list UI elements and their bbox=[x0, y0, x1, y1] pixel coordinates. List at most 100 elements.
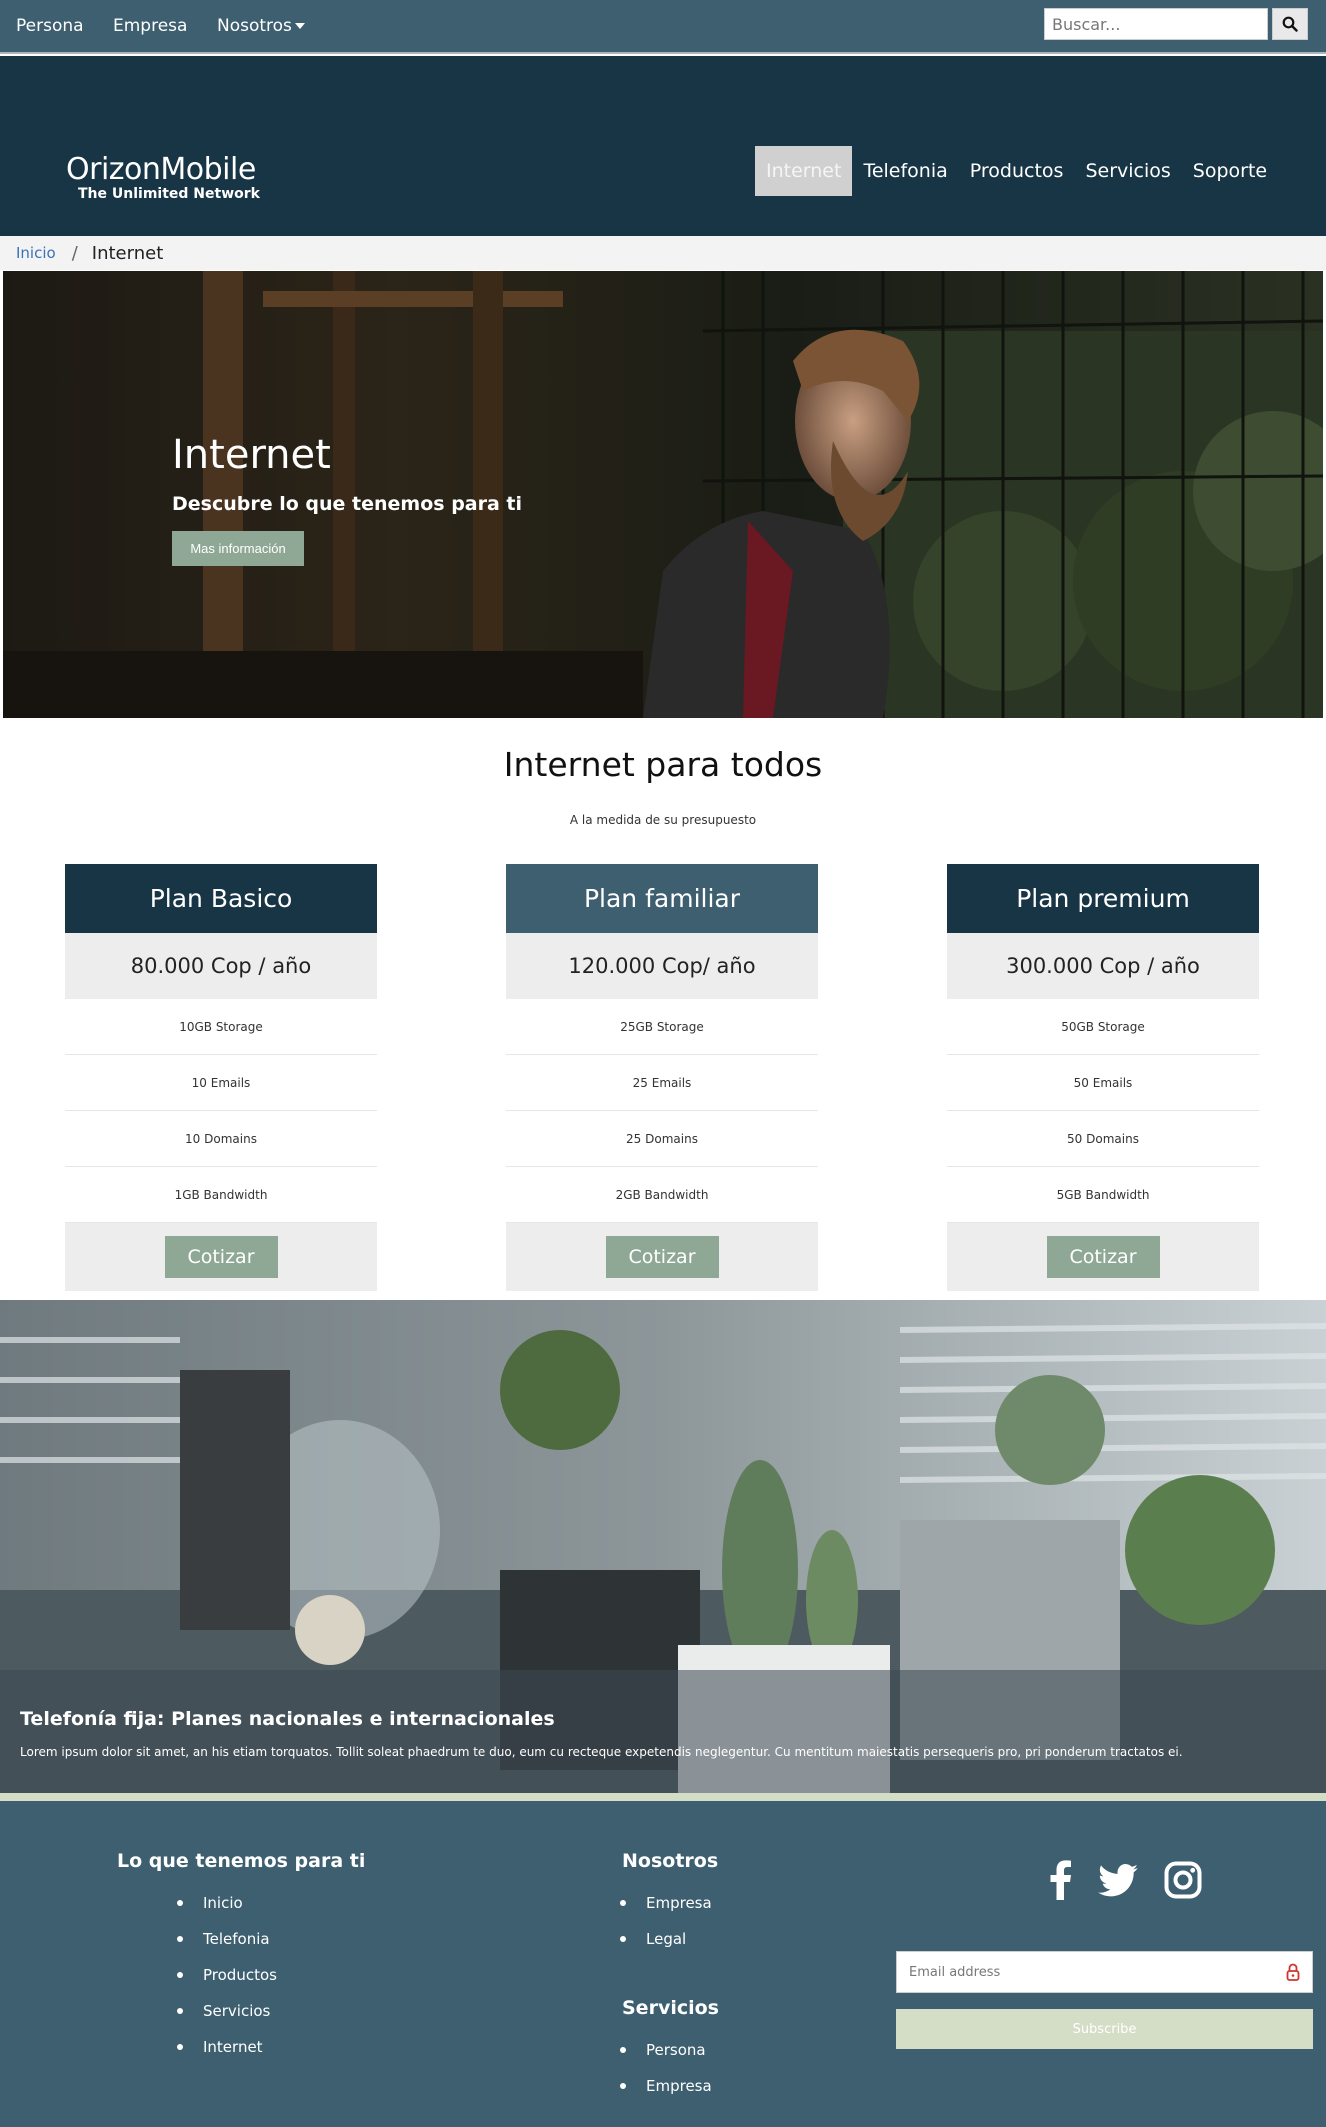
breadcrumb-separator: / bbox=[71, 242, 78, 264]
plan-name: Plan premium bbox=[947, 864, 1259, 933]
nav-servicios[interactable]: Servicios bbox=[1074, 146, 1181, 196]
hero-subtitle: Descubre lo que tenemos para ti bbox=[172, 493, 523, 515]
footer-link-servicios[interactable]: Servicios bbox=[177, 1993, 277, 2029]
main-nav: Internet Telefonia Productos Servicios S… bbox=[755, 146, 1278, 196]
plan-footer: Cotizar bbox=[65, 1223, 377, 1291]
site-footer: Lo que tenemos para ti Inicio Telefonia … bbox=[0, 1801, 1326, 2127]
banner-text: Lorem ipsum dolor sit amet, an his etiam… bbox=[20, 1745, 1183, 1759]
footer-link-internet[interactable]: Internet bbox=[177, 2029, 277, 2065]
email-field[interactable] bbox=[896, 1951, 1313, 1993]
plan-feature: 1GB Bandwidth bbox=[65, 1167, 377, 1223]
footer-link-label: Telefonia bbox=[203, 1930, 270, 1948]
bullet bbox=[620, 2047, 626, 2053]
footer-link-label: Empresa bbox=[646, 2077, 712, 2095]
footer-list-nosotros: Empresa Legal bbox=[620, 1885, 712, 1957]
footer-link-persona[interactable]: Persona bbox=[620, 2032, 712, 2068]
footer-heading-servicios: Servicios bbox=[622, 1997, 719, 2019]
bullet bbox=[177, 1900, 183, 1906]
quote-button-familiar[interactable]: Cotizar bbox=[605, 1236, 719, 1278]
plan-feature: 50 Emails bbox=[947, 1055, 1259, 1111]
nav-soporte[interactable]: Soporte bbox=[1182, 146, 1278, 196]
hero-banner: Internet Descubre lo que tenemos para ti… bbox=[3, 271, 1323, 718]
bullet bbox=[177, 2044, 183, 2050]
search-button[interactable] bbox=[1272, 8, 1308, 40]
plan-feature: 10 Domains bbox=[65, 1111, 377, 1167]
hero-title: Internet bbox=[172, 432, 331, 478]
bullet bbox=[177, 1972, 183, 1978]
plans-subtitle: A la medida de su presupuesto bbox=[569, 813, 757, 827]
plan-card-familiar: Plan familiar 120.000 Cop/ año 25GB Stor… bbox=[506, 864, 818, 1291]
bullet bbox=[177, 2008, 183, 2014]
plan-feature: 25 Emails bbox=[506, 1055, 818, 1111]
banner-caption: Telefonía fija: Planes nacionales e inte… bbox=[0, 1670, 1326, 1793]
plan-price: 120.000 Cop/ año bbox=[506, 933, 818, 999]
plan-name: Plan Basico bbox=[65, 864, 377, 933]
accent-divider bbox=[0, 1793, 1326, 1801]
footer-link-productos[interactable]: Productos bbox=[177, 1957, 277, 1993]
banner-title: Telefonía fija: Planes nacionales e inte… bbox=[20, 1708, 555, 1730]
search-input[interactable] bbox=[1044, 8, 1268, 40]
breadcrumb: Inicio / Internet bbox=[0, 236, 1326, 270]
footer-link-inicio[interactable]: Inicio bbox=[177, 1885, 277, 1921]
footer-link-legal[interactable]: Legal bbox=[620, 1921, 712, 1957]
nav-productos[interactable]: Productos bbox=[959, 146, 1075, 196]
site-header: OrizonMobile The Unlimited Network Inter… bbox=[0, 56, 1326, 236]
footer-heading-nosotros: Nosotros bbox=[622, 1850, 719, 1872]
topbar-link-empresa[interactable]: Empresa bbox=[113, 16, 187, 36]
nav-telefonia[interactable]: Telefonia bbox=[852, 146, 958, 196]
footer-list-servicios: Persona Empresa bbox=[620, 2032, 712, 2104]
plan-name: Plan familiar bbox=[506, 864, 818, 933]
quote-button-basico[interactable]: Cotizar bbox=[164, 1236, 278, 1278]
topbar-link-persona[interactable]: Persona bbox=[16, 16, 84, 36]
plan-card-premium: Plan premium 300.000 Cop / año 50GB Stor… bbox=[947, 864, 1259, 1291]
footer-link-label: Servicios bbox=[203, 2002, 271, 2020]
footer-link-label: Empresa bbox=[646, 1894, 712, 1912]
quote-button-premium[interactable]: Cotizar bbox=[1046, 1236, 1160, 1278]
plan-price: 300.000 Cop / año bbox=[947, 933, 1259, 999]
plan-feature: 10GB Storage bbox=[65, 999, 377, 1055]
brand-logo[interactable]: OrizonMobile bbox=[66, 152, 256, 187]
breadcrumb-current: Internet bbox=[91, 242, 164, 264]
plan-feature: 50 Domains bbox=[947, 1111, 1259, 1167]
caret-down-icon bbox=[294, 23, 305, 29]
bullet bbox=[620, 1936, 626, 1942]
plan-card-basico: Plan Basico 80.000 Cop / año 10GB Storag… bbox=[65, 864, 377, 1291]
instagram-icon[interactable] bbox=[1161, 1858, 1205, 1902]
plan-feature: 50GB Storage bbox=[947, 999, 1259, 1055]
plan-feature: 10 Emails bbox=[65, 1055, 377, 1111]
plan-footer: Cotizar bbox=[947, 1223, 1259, 1291]
plan-feature: 25GB Storage bbox=[506, 999, 818, 1055]
lock-icon bbox=[1286, 1963, 1300, 1981]
plans-title: Internet para todos bbox=[503, 745, 823, 784]
footer-link-label: Inicio bbox=[203, 1894, 243, 1912]
footer-link-label: Productos bbox=[203, 1966, 277, 1984]
twitter-icon[interactable] bbox=[1097, 1858, 1139, 1902]
bullet bbox=[620, 2083, 626, 2089]
telefonia-banner: Telefonía fija: Planes nacionales e inte… bbox=[0, 1300, 1326, 1793]
topbar-link-nosotros-label: Nosotros bbox=[217, 16, 292, 36]
plan-price: 80.000 Cop / año bbox=[65, 933, 377, 999]
footer-heading-offerings: Lo que tenemos para ti bbox=[117, 1850, 366, 1872]
bullet bbox=[177, 1936, 183, 1942]
plan-feature: 5GB Bandwidth bbox=[947, 1167, 1259, 1223]
top-bar: Persona Empresa Nosotros bbox=[0, 0, 1326, 54]
more-info-button[interactable]: Mas información bbox=[172, 531, 304, 566]
plan-footer: Cotizar bbox=[506, 1223, 818, 1291]
plan-feature: 25 Domains bbox=[506, 1111, 818, 1167]
footer-link-empresa[interactable]: Empresa bbox=[620, 1885, 712, 1921]
footer-link-telefonia[interactable]: Telefonia bbox=[177, 1921, 277, 1957]
bullet bbox=[620, 1900, 626, 1906]
footer-link-label: Legal bbox=[646, 1930, 687, 1948]
subscribe-button[interactable]: Subscribe bbox=[896, 2009, 1313, 2049]
facebook-icon[interactable] bbox=[1044, 1858, 1078, 1902]
footer-link-empresa-servicios[interactable]: Empresa bbox=[620, 2068, 712, 2104]
search-icon bbox=[1282, 16, 1298, 32]
topbar-link-nosotros[interactable]: Nosotros bbox=[217, 16, 305, 36]
breadcrumb-home-link[interactable]: Inicio bbox=[16, 244, 56, 262]
footer-link-label: Persona bbox=[646, 2041, 706, 2059]
footer-link-label: Internet bbox=[203, 2038, 263, 2056]
footer-list-offerings: Inicio Telefonia Productos Servicios Int… bbox=[177, 1885, 277, 2065]
plan-feature: 2GB Bandwidth bbox=[506, 1167, 818, 1223]
nav-internet[interactable]: Internet bbox=[755, 146, 853, 196]
brand-tagline: The Unlimited Network bbox=[78, 186, 260, 202]
